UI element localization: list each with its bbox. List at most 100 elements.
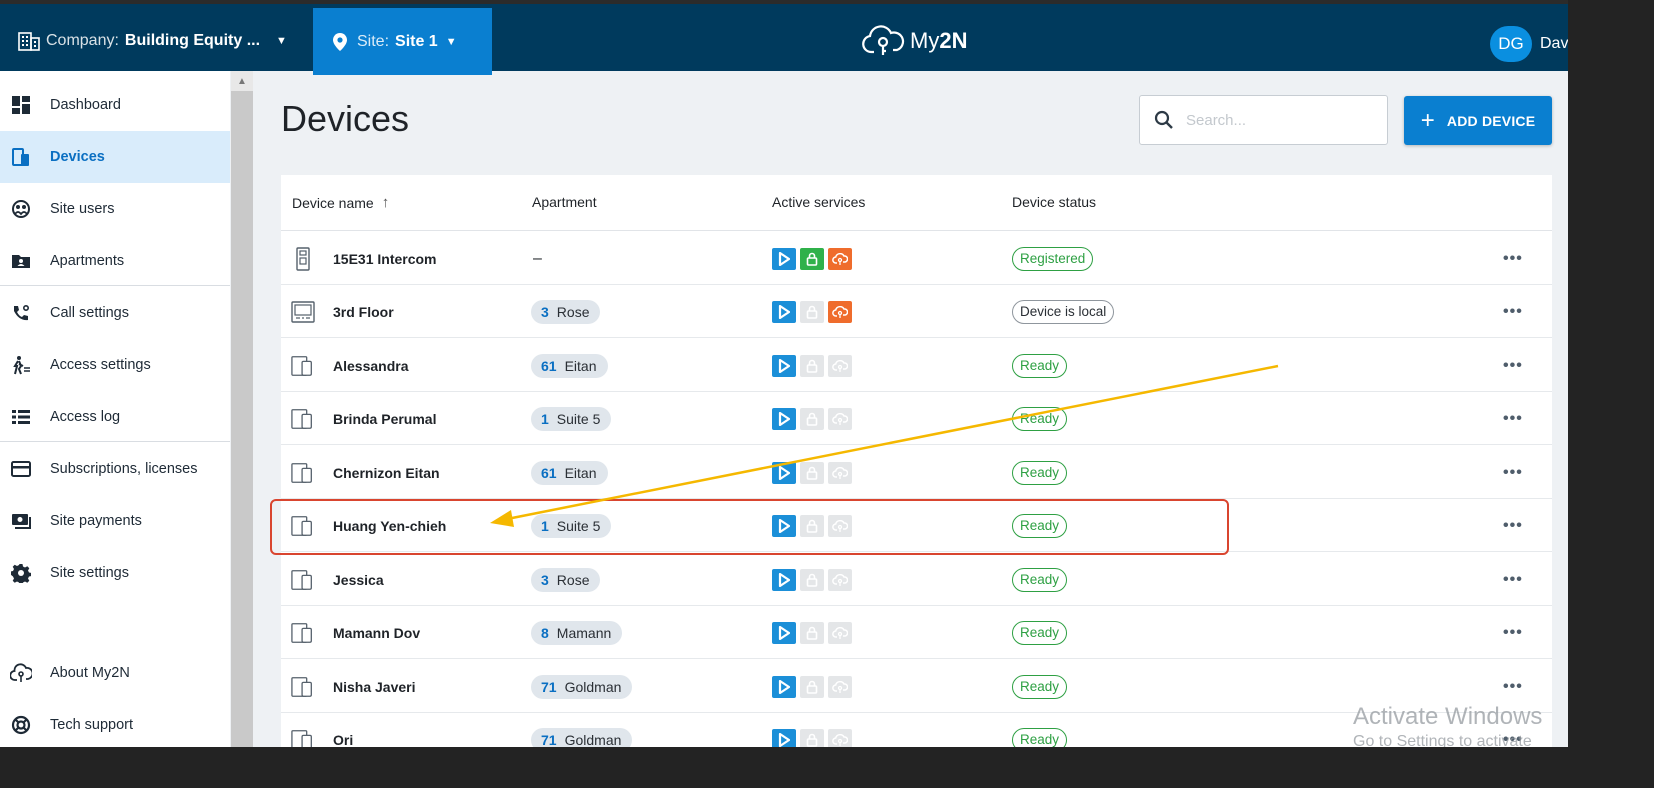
apartments-icon — [10, 250, 32, 272]
device-name[interactable]: Chernizon Eitan — [333, 446, 440, 499]
table-row[interactable]: Mamann Dov 8 Mamann Ready ••• — [281, 606, 1552, 659]
cloud-service-icon[interactable] — [828, 247, 852, 270]
table-row[interactable]: Alessandra 61 Eitan Ready ••• — [281, 339, 1552, 392]
lock-service-icon[interactable] — [800, 407, 824, 430]
lock-service-icon[interactable] — [800, 621, 824, 644]
play-service-icon[interactable] — [772, 247, 796, 270]
device-name[interactable]: Jessica — [333, 553, 384, 606]
lock-service-icon[interactable] — [800, 247, 824, 270]
more-options-icon[interactable]: ••• — [1503, 606, 1523, 659]
cloud-service-icon[interactable] — [828, 728, 852, 747]
apartment-chip[interactable]: 3 Rose — [531, 567, 601, 592]
sidebar-item-subscriptions-licenses[interactable]: Subscriptions, licenses — [0, 443, 230, 495]
search-input[interactable] — [1186, 111, 1376, 129]
table-row[interactable]: Huang Yen-chieh 1 Suite 5 Ready ••• — [281, 499, 1552, 552]
search-box[interactable] — [1139, 95, 1388, 145]
lock-service-icon[interactable] — [800, 461, 824, 484]
apartment-empty: – — [533, 249, 542, 267]
device-name[interactable]: Alessandra — [333, 339, 408, 392]
play-service-icon[interactable] — [772, 675, 796, 698]
more-options-icon[interactable]: ••• — [1503, 232, 1523, 285]
apartment-chip[interactable]: 1 Suite 5 — [531, 406, 612, 431]
apartment-chip[interactable]: 3 Rose — [531, 299, 601, 324]
column-header-apartment: Apartment — [532, 194, 597, 210]
apartment-chip[interactable]: 71 Goldman — [531, 727, 633, 747]
play-service-icon[interactable] — [772, 621, 796, 644]
company-selector[interactable]: Company: Building Equity ... ▼ — [18, 8, 310, 74]
cloud-service-icon[interactable] — [828, 514, 852, 537]
apartment-chip[interactable]: 61 Eitan — [531, 353, 608, 378]
sidebar-item-access-log[interactable]: Access log — [0, 391, 230, 443]
more-options-icon[interactable]: ••• — [1503, 339, 1523, 392]
more-options-icon[interactable]: ••• — [1503, 553, 1523, 606]
apartment-chip[interactable]: 8 Mamann — [531, 620, 623, 645]
device-name[interactable]: Brinda Perumal — [333, 392, 436, 445]
sidebar-item-apartments[interactable]: Apartments — [0, 235, 230, 287]
add-device-button[interactable]: + ADD DEVICE — [1404, 96, 1552, 145]
more-options-icon[interactable]: ••• — [1503, 285, 1523, 338]
lock-service-icon[interactable] — [800, 675, 824, 698]
more-options-icon[interactable]: ••• — [1503, 446, 1523, 499]
sidebar-item-site-users[interactable]: Site users — [0, 183, 230, 235]
device-name[interactable]: Nisha Javeri — [333, 660, 416, 713]
table-row[interactable]: 3rd Floor 3 Rose Device is local ••• — [281, 285, 1552, 338]
more-options-icon[interactable]: ••• — [1503, 499, 1523, 552]
lock-service-icon[interactable] — [800, 354, 824, 377]
sidebar-item-site-settings[interactable]: Site settings — [0, 547, 230, 599]
status-badge: Ready — [1012, 406, 1068, 431]
user-menu[interactable]: DG Dav — [1490, 26, 1568, 62]
play-service-icon[interactable] — [772, 568, 796, 591]
play-service-icon[interactable] — [772, 461, 796, 484]
play-service-icon[interactable] — [772, 728, 796, 747]
cloud-icon — [10, 662, 32, 684]
table-row[interactable]: Brinda Perumal 1 Suite 5 Ready ••• — [281, 392, 1552, 445]
lock-service-icon[interactable] — [800, 514, 824, 537]
apartment-number: 3 — [541, 571, 549, 588]
apartment-chip[interactable]: 1 Suite 5 — [531, 513, 612, 538]
cloud-service-icon[interactable] — [828, 300, 852, 323]
sidebar-item-site-payments[interactable]: Site payments — [0, 495, 230, 547]
apartment-chip[interactable]: 71 Goldman — [531, 674, 633, 699]
sidebar-item-access-settings[interactable]: Access settings — [0, 339, 230, 391]
sidebar-item-tech-support[interactable]: Tech support — [0, 699, 230, 747]
site-selector[interactable]: Site: Site 1 ▼ — [313, 8, 492, 75]
sidebar-scrollbar[interactable]: ▲ — [231, 71, 253, 747]
company-value: Building Equity ... — [124, 32, 261, 49]
cloud-service-icon[interactable] — [828, 568, 852, 591]
status-badge: Registered — [1012, 246, 1094, 271]
device-name[interactable]: 15E31 Intercom — [333, 232, 437, 285]
lock-service-icon[interactable] — [800, 300, 824, 323]
device-name[interactable]: Mamann Dov — [333, 606, 420, 659]
apartment-name: Suite 5 — [556, 517, 601, 534]
device-name[interactable]: Ori — [333, 713, 353, 748]
device-name[interactable]: 3rd Floor — [333, 285, 394, 338]
sidebar-item-dashboard[interactable]: Dashboard — [0, 79, 230, 131]
app-logo[interactable]: My 2N — [862, 24, 967, 58]
lock-service-icon[interactable] — [800, 728, 824, 747]
play-service-icon[interactable] — [772, 407, 796, 430]
table-row[interactable]: Chernizon Eitan 61 Eitan Ready ••• — [281, 446, 1552, 499]
play-service-icon[interactable] — [772, 354, 796, 377]
play-service-icon[interactable] — [772, 300, 796, 323]
cloud-service-icon[interactable] — [828, 354, 852, 377]
cloud-service-icon[interactable] — [828, 407, 852, 430]
lock-service-icon[interactable] — [800, 568, 824, 591]
sidebar-item-devices[interactable]: Devices — [0, 131, 230, 183]
table-row[interactable]: 15E31 Intercom – Registered ••• — [281, 232, 1552, 285]
device-name[interactable]: Huang Yen-chieh — [333, 499, 446, 552]
scroll-up-arrow-icon[interactable]: ▲ — [231, 71, 253, 91]
sidebar-item-about-my2n[interactable]: About My2N — [0, 647, 230, 699]
table-row[interactable]: Jessica 3 Rose Ready ••• — [281, 553, 1552, 606]
sidebar-item-call-settings[interactable]: Call settings — [0, 287, 230, 339]
cloud-service-icon[interactable] — [828, 621, 852, 644]
column-header-device-name[interactable]: Device name ↑ — [292, 194, 389, 211]
more-options-icon[interactable]: ••• — [1503, 392, 1523, 445]
cloud-service-icon[interactable] — [828, 675, 852, 698]
device-status-cell: Ready — [1012, 553, 1068, 606]
cloud-service-icon[interactable] — [828, 461, 852, 484]
play-service-icon[interactable] — [772, 514, 796, 537]
apartment-chip[interactable]: 61 Eitan — [531, 460, 608, 485]
mobile-devices-icon — [291, 499, 315, 552]
sidebar-item-label: Access log — [50, 409, 121, 425]
active-services — [772, 232, 856, 285]
